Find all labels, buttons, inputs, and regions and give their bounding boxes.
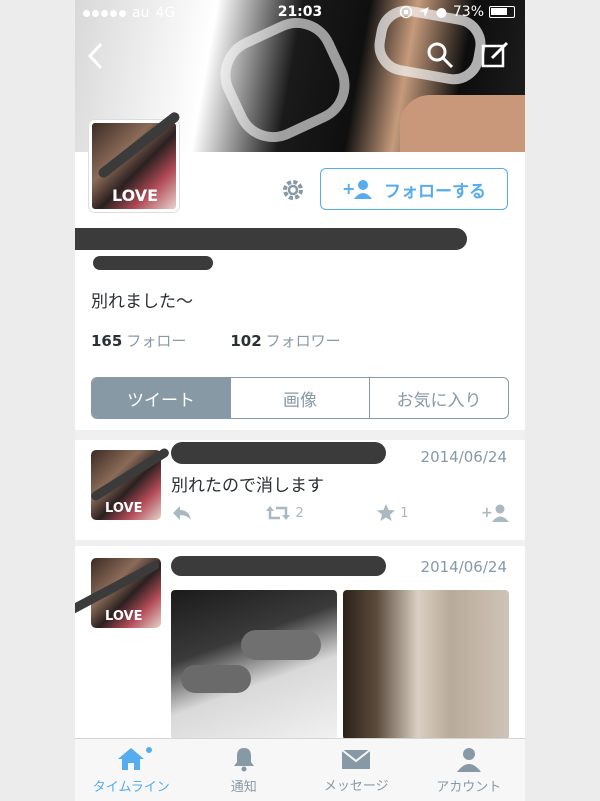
compose-tweet-button[interactable] <box>480 40 510 74</box>
tweet-photo[interactable] <box>171 590 337 740</box>
retweet-button[interactable]: 2 <box>265 504 304 522</box>
redaction-scribble <box>241 630 321 660</box>
back-button[interactable] <box>85 40 105 80</box>
followers-count: 102 <box>230 332 262 350</box>
tabbar-messages[interactable]: メッセージ <box>300 739 413 801</box>
tweet-date: 2014/06/24 <box>420 558 507 576</box>
profile-tabs: ツイート 画像 お気に入り <box>91 377 509 419</box>
redacted-tweet-author <box>171 442 386 464</box>
redaction-scribble <box>181 665 251 693</box>
following-label: フォロー <box>126 332 187 350</box>
gear-icon <box>283 180 303 200</box>
retweet-count: 2 <box>295 505 304 521</box>
alarm-icon <box>436 7 447 18</box>
reply-icon <box>173 506 191 520</box>
tabbar-label: アカウント <box>436 779 502 795</box>
bell-icon <box>233 747 254 771</box>
banner-photo-detail <box>207 4 363 152</box>
favorite-count: 1 <box>400 505 409 521</box>
new-content-dot <box>146 747 152 753</box>
avatar-art: LOVE <box>105 609 143 624</box>
search-icon <box>427 42 454 69</box>
tabbar-account[interactable]: アカウント <box>413 739 526 801</box>
home-icon <box>118 747 145 770</box>
tab-images[interactable]: 画像 <box>231 378 370 418</box>
reply-button[interactable] <box>171 504 193 522</box>
svg-text:+: + <box>481 505 493 521</box>
redacted-display-name <box>75 228 467 250</box>
tab-tweets[interactable]: ツイート <box>92 378 231 418</box>
favorite-button[interactable]: 1 <box>376 503 409 523</box>
tabbar-notifications[interactable]: 通知 <box>188 739 301 801</box>
battery-icon <box>489 6 515 18</box>
add-user-icon: + <box>342 179 372 199</box>
add-user-icon: + <box>481 504 509 522</box>
divider <box>75 430 525 440</box>
follow-counts: 165 フォロー 102 フォロワー <box>91 330 341 351</box>
tweet-actions: 2 1 + <box>171 503 511 523</box>
profile-bio: 別れました〜 <box>91 292 193 312</box>
followers-stat[interactable]: 102 フォロワー <box>230 330 340 351</box>
follow-author-button[interactable]: + <box>481 503 511 523</box>
tweet-photo[interactable] <box>343 590 509 740</box>
battery-percent: 73% <box>452 4 484 20</box>
envelope-icon <box>341 748 371 769</box>
svg-text:+: + <box>342 179 355 198</box>
tabbar-timeline[interactable]: タイムライン <box>75 739 188 801</box>
profile-screen: au 4G 21:03 73% LOVE + フォローする 別れました〜 165… <box>75 0 525 801</box>
avatar-art: LOVE <box>112 186 159 205</box>
person-icon <box>456 747 481 772</box>
compose-icon <box>481 41 509 68</box>
redacted-username <box>93 256 213 270</box>
tweet-text: 別れたので消します <box>171 476 324 496</box>
star-icon <box>377 504 396 521</box>
tweet-date: 2014/06/24 <box>420 448 507 466</box>
settings-button[interactable] <box>280 177 306 207</box>
follow-button[interactable]: + フォローする <box>320 168 508 210</box>
tab-favorites[interactable]: お気に入り <box>370 378 508 418</box>
banner-photo-detail <box>400 95 525 152</box>
avatar-art: LOVE <box>105 501 143 516</box>
orientation-lock-icon <box>399 5 413 19</box>
tabbar-label: 通知 <box>230 779 257 795</box>
tabbar-label: メッセージ <box>323 778 389 794</box>
chevron-left-icon <box>87 42 103 70</box>
bottom-tab-bar: タイムライン 通知 メッセージ アカウント <box>75 738 525 801</box>
status-bar: au 4G 21:03 73% <box>75 0 525 26</box>
following-count: 165 <box>91 332 123 350</box>
divider <box>75 540 525 546</box>
followers-label: フォロワー <box>265 332 341 350</box>
tabbar-label: タイムライン <box>92 779 170 795</box>
location-icon <box>418 7 429 17</box>
following-stat[interactable]: 165 フォロー <box>91 330 186 351</box>
retweet-icon <box>266 506 291 520</box>
redacted-tweet-author <box>171 556 386 576</box>
follow-button-label: フォローする <box>384 181 486 202</box>
search-button[interactable] <box>425 40 455 74</box>
